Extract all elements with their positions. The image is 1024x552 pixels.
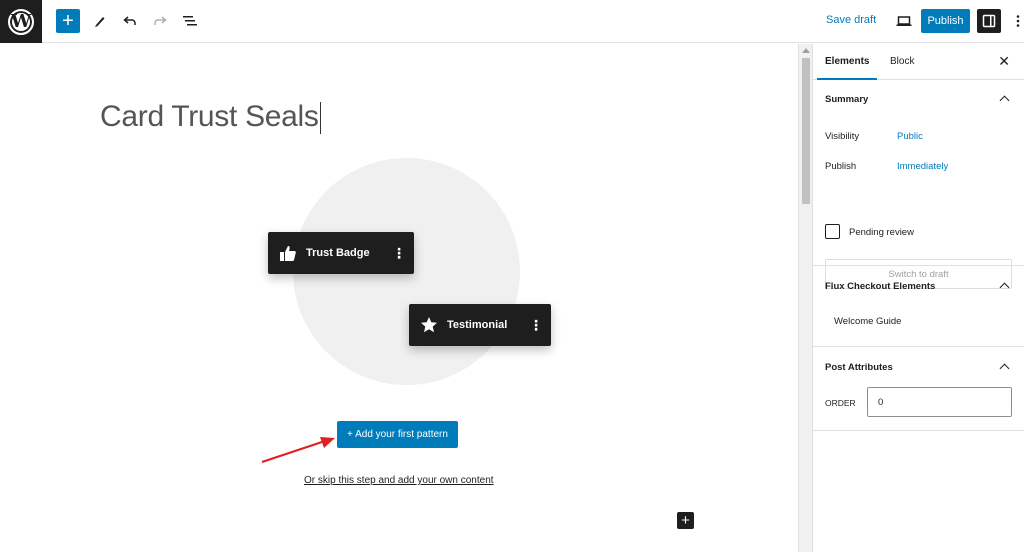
block-inserter-button[interactable]: + (677, 512, 694, 529)
post-title-field[interactable]: Card Trust Seals (100, 100, 321, 135)
chevron-up-icon[interactable] (999, 95, 1010, 106)
summary-panel-toggle[interactable]: Summary (825, 94, 868, 105)
sidebar-tabs: Elements Block ✕ (813, 44, 1024, 80)
chevron-up-icon[interactable] (999, 282, 1010, 293)
post-attributes-panel: Post Attributes ORDER 0 (813, 347, 1024, 431)
editor-canvas: Card Trust Seals Trust Badge ⋮ Testimoni… (0, 44, 798, 552)
pending-review-checkbox[interactable] (825, 224, 840, 239)
summary-panel: Summary Visibility Public Publish Immedi… (813, 80, 1024, 289)
flux-checkout-elements-panel: Flux Checkout Elements Welcome Guide (813, 266, 1024, 347)
flux-panel-toggle[interactable]: Flux Checkout Elements (825, 281, 935, 292)
visibility-value-button[interactable]: Public (897, 131, 923, 142)
order-label: ORDER (825, 398, 856, 408)
scroll-up-arrow-icon[interactable] (802, 48, 810, 53)
star-icon (419, 315, 439, 335)
post-title-text: Card Trust Seals (100, 100, 319, 133)
document-overview-button[interactable] (178, 9, 202, 33)
order-value: 0 (878, 396, 884, 408)
more-vertical-icon: ⋮ (529, 316, 543, 333)
tab-block[interactable]: Block (890, 56, 914, 67)
visibility-label: Visibility (825, 131, 860, 142)
more-vertical-icon: ⋮ (392, 244, 406, 261)
publish-button[interactable]: Publish (921, 9, 970, 33)
settings-sidebar-toggle[interactable] (977, 9, 1001, 33)
publish-date-value-button[interactable]: Immediately (897, 161, 948, 172)
add-first-pattern-button[interactable]: + Add your first pattern (337, 421, 458, 448)
editor-top-bar: W + Save draft Publish (0, 0, 1024, 43)
pattern-card-label: Trust Badge (306, 247, 370, 259)
chevron-up-icon[interactable] (999, 363, 1010, 374)
tab-elements[interactable]: Elements (825, 56, 869, 67)
scrollbar-thumb[interactable] (802, 58, 810, 204)
save-draft-button[interactable]: Save draft (826, 14, 876, 26)
undo-icon (123, 16, 136, 25)
more-vertical-icon (1016, 15, 1020, 27)
publish-date-label: Publish (825, 161, 857, 172)
wordpress-logo-icon: W (8, 8, 34, 35)
wordpress-logo-button[interactable]: W (0, 0, 42, 43)
canvas-scrollbar[interactable] (798, 44, 812, 552)
close-icon[interactable]: ✕ (998, 53, 1010, 70)
post-attributes-toggle[interactable]: Post Attributes (825, 362, 893, 373)
pen-icon (95, 17, 105, 27)
desktop-preview-icon (896, 16, 912, 26)
settings-sidebar: Elements Block ✕ Summary Visibility Publ… (812, 44, 1024, 552)
undo-button[interactable] (118, 9, 142, 33)
block-inserter-toggle-button[interactable]: + (56, 9, 80, 33)
preview-button[interactable] (892, 9, 916, 33)
list-view-icon (183, 16, 197, 26)
redo-button[interactable] (148, 9, 172, 33)
pending-review-label: Pending review (849, 227, 914, 238)
skip-step-link[interactable]: Or skip this step and add your own conte… (304, 475, 494, 486)
pattern-card-trust-badge: Trust Badge ⋮ (268, 232, 414, 274)
order-input[interactable]: 0 (867, 387, 1012, 417)
text-caret (319, 102, 321, 135)
options-menu-button[interactable] (1008, 9, 1024, 33)
tools-pen-button[interactable] (88, 9, 112, 33)
redo-icon (154, 16, 167, 25)
thumbs-up-icon (278, 243, 298, 263)
plus-icon: + (62, 10, 74, 32)
pattern-card-testimonial: Testimonial ⋮ (409, 304, 551, 346)
welcome-guide-link[interactable]: Welcome Guide (834, 316, 901, 327)
pattern-card-label: Testimonial (447, 319, 508, 331)
annotation-arrow-icon (261, 437, 335, 464)
sidebar-icon (982, 14, 996, 28)
